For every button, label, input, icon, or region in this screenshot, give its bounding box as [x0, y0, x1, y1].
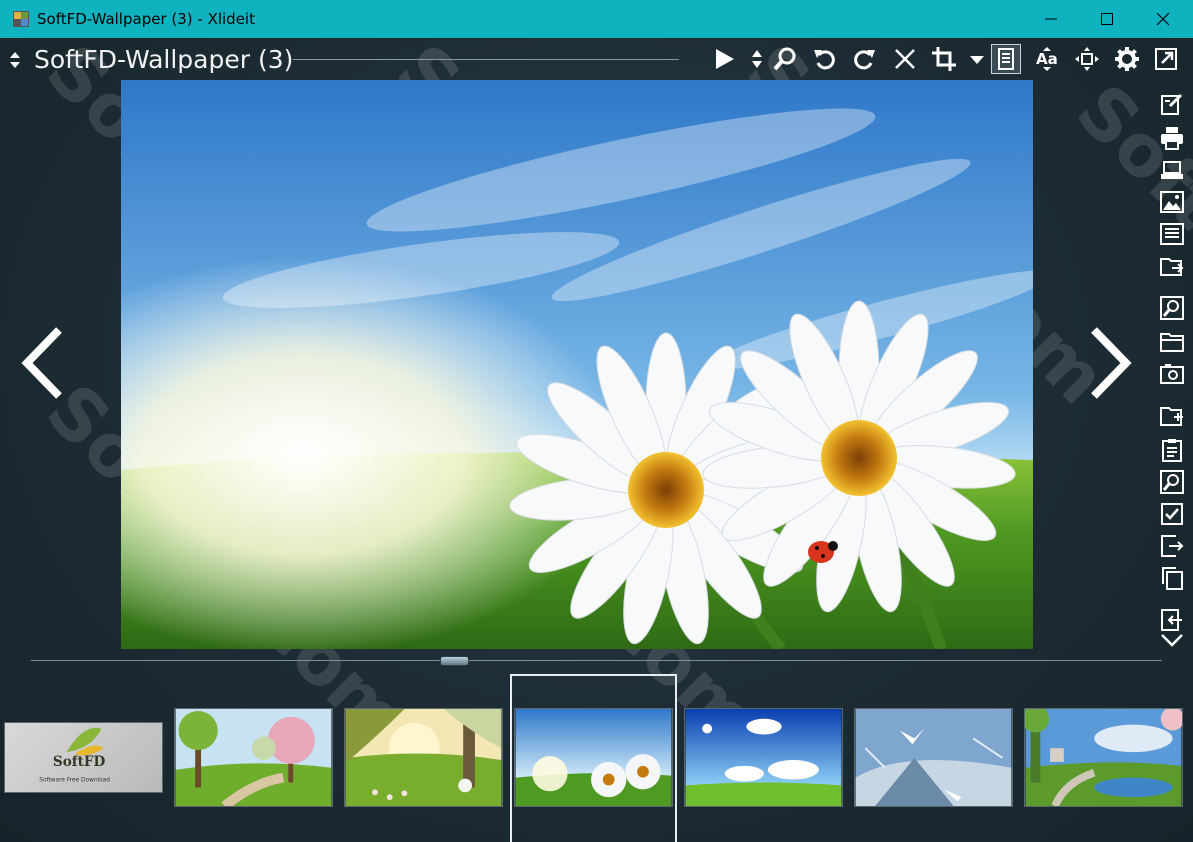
thumbnail-item[interactable]: SoftFD Software Free Download [4, 722, 163, 793]
move-out-icon [1161, 535, 1184, 557]
clipboard-button[interactable] [1158, 436, 1186, 464]
fit-page-button[interactable] [991, 44, 1021, 74]
minimize-icon [1045, 18, 1057, 20]
splitter-handle[interactable] [440, 656, 469, 666]
thumbnail-image [685, 709, 842, 806]
thumbnail-image [345, 709, 502, 806]
font-size-icon: Aa [1036, 47, 1058, 71]
previous-image-button[interactable] [17, 318, 67, 408]
sort-updown-icon [752, 50, 762, 68]
set-wallpaper-button[interactable] [1158, 188, 1186, 216]
chevron-right-icon [1091, 327, 1132, 399]
delete-icon [895, 49, 915, 69]
edit-icon [1161, 93, 1183, 115]
filmstrip-divider [31, 660, 1162, 661]
dropdown-icon [970, 56, 984, 64]
camera-icon [1160, 364, 1184, 384]
thumbnail-image [855, 709, 1012, 806]
search-icon [773, 47, 796, 71]
rotate-left-icon [814, 50, 835, 70]
next-image-button[interactable] [1086, 318, 1136, 408]
copy-to-folder-button[interactable] [1158, 402, 1186, 430]
duplicate-button[interactable] [1158, 564, 1186, 592]
slideshow-button[interactable] [709, 44, 739, 74]
logo-brand-text: SoftFD [53, 754, 106, 770]
move-center-icon [1075, 47, 1099, 71]
zoom-button[interactable] [1158, 468, 1186, 496]
duplicate-icon [1162, 567, 1183, 590]
maximize-button[interactable] [1079, 0, 1135, 38]
title-divider [293, 59, 679, 60]
font-size-button[interactable]: Aa [1032, 44, 1062, 74]
scanner-icon [1161, 161, 1183, 179]
delete-button[interactable] [890, 44, 920, 74]
camera-button[interactable] [1158, 360, 1186, 388]
view-mode-dropdown[interactable] [967, 44, 987, 74]
thumbnail-image [175, 709, 332, 806]
app-icon [13, 11, 29, 27]
edit-button[interactable] [1158, 90, 1186, 118]
select-button[interactable] [1158, 500, 1186, 528]
album-title: SoftFD-Wallpaper (3) [34, 45, 294, 74]
close-button[interactable] [1135, 0, 1191, 38]
open-folder-icon [1160, 333, 1184, 352]
scan-button[interactable] [1158, 156, 1186, 184]
thumbnail-item[interactable] [1024, 708, 1183, 807]
main-image[interactable] [121, 80, 1033, 649]
find-file-button[interactable] [1158, 294, 1186, 322]
sort-button[interactable] [747, 44, 767, 74]
settings-icon [1115, 47, 1139, 71]
chevron-down-icon [1161, 634, 1183, 647]
center-button[interactable] [1072, 44, 1102, 74]
thumbnail-item[interactable] [174, 708, 333, 807]
sort-updown-icon[interactable] [6, 50, 24, 70]
image-icon [1160, 191, 1184, 213]
crop-button[interactable] [929, 44, 959, 74]
softfd-logo-icon: SoftFD Software Free Download [39, 727, 110, 783]
crop-icon [932, 47, 956, 71]
rotate-right-button[interactable] [849, 44, 879, 74]
print-icon [1161, 127, 1183, 150]
zoom-icon [1160, 470, 1184, 494]
fullscreen-button[interactable] [1151, 44, 1181, 74]
logo-tagline-text: Software Free Download [39, 777, 110, 783]
title-bar: SoftFD-Wallpaper (3) - Xlideit [0, 0, 1193, 38]
move-button[interactable] [1158, 532, 1186, 560]
viewer-area: SoftFD.com SoftFD.com SoftFD.com SoftFD.… [0, 28, 1193, 842]
clipboard-icon [1162, 439, 1182, 462]
search-button[interactable] [770, 44, 800, 74]
window-title: SoftFD-Wallpaper (3) - Xlideit [37, 10, 255, 28]
find-file-icon [1160, 296, 1184, 320]
fit-page-icon [998, 48, 1014, 70]
close-icon [1156, 12, 1170, 26]
thumbnail-item[interactable] [344, 708, 503, 807]
import-icon [1161, 609, 1182, 631]
rotate-right-icon [854, 50, 875, 70]
svg-text:Aa: Aa [1036, 50, 1058, 68]
thumbnail-item[interactable] [684, 708, 843, 807]
rotate-left-button[interactable] [810, 44, 840, 74]
details-button[interactable] [1158, 220, 1186, 248]
play-icon [716, 49, 734, 69]
thumbnail-image [1025, 709, 1182, 806]
thumbnail-item[interactable] [854, 708, 1013, 807]
settings-button[interactable] [1112, 44, 1142, 74]
export-button[interactable] [1158, 252, 1186, 280]
open-folder-button[interactable] [1158, 328, 1186, 356]
copy-folder-icon [1160, 407, 1183, 426]
checkbox-icon [1161, 503, 1183, 525]
print-button[interactable] [1158, 124, 1186, 152]
chevron-left-icon [21, 327, 62, 399]
list-icon [1160, 223, 1184, 245]
maximize-icon [1101, 13, 1113, 25]
export-folder-icon [1160, 258, 1184, 276]
fullscreen-icon [1155, 48, 1177, 70]
minimize-button[interactable] [1023, 0, 1079, 38]
selection-frame [510, 674, 677, 842]
more-tools-button[interactable] [1158, 630, 1186, 650]
